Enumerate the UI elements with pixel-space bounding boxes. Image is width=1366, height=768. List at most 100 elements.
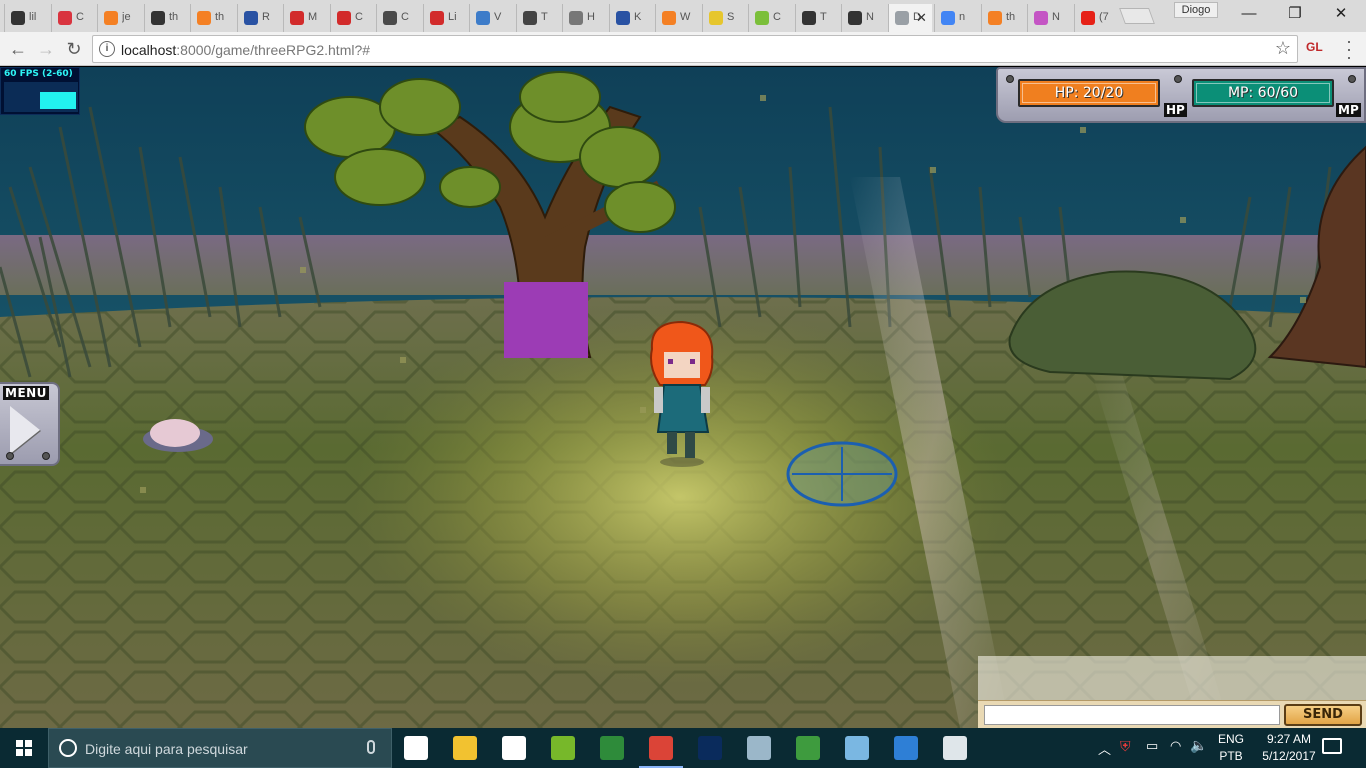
photoshop-icon[interactable] [698, 736, 722, 760]
diamond-icon [569, 11, 583, 25]
chrome-icon[interactable] [639, 736, 683, 768]
wifi-icon[interactable]: ◠ [1170, 738, 1181, 754]
window-app-icon[interactable] [943, 736, 967, 760]
browser-tab[interactable]: R [237, 4, 281, 32]
browser-tab[interactable]: T [795, 4, 839, 32]
info-icon[interactable]: i [99, 41, 115, 57]
game-canvas[interactable]: 60 FPS (2-60) HP: 20/20 HP MP: 60/60 MP … [0, 67, 1366, 728]
browser-tab[interactable]: N [1027, 4, 1071, 32]
floating-particle [300, 267, 306, 273]
browser-tab[interactable]: C [51, 4, 95, 32]
floating-particle [1300, 297, 1306, 303]
tetris-app-icon[interactable] [894, 736, 918, 760]
play-arrow-icon [10, 406, 40, 454]
browser-tab[interactable]: n [934, 4, 978, 32]
mp-tag: MP [1336, 103, 1361, 117]
store-icon[interactable] [502, 736, 526, 760]
browser-tab[interactable]: D ✕ [888, 4, 932, 32]
url-host: localhost [121, 42, 177, 58]
browser-tab[interactable]: th [144, 4, 188, 32]
clock-time: 9:27 AM [1266, 732, 1312, 746]
browser-tab[interactable]: (7 [1074, 4, 1118, 32]
menu-button[interactable]: MENU [0, 382, 60, 466]
tab-title: th [169, 11, 179, 23]
tab-title: V [494, 11, 502, 23]
security-shield-icon[interactable]: ⛨ [1120, 738, 1131, 755]
profile-button[interactable]: Diogo [1174, 2, 1218, 18]
taskbar-search[interactable]: Digite aqui para pesquisar [48, 728, 392, 768]
browser-tab[interactable]: V [469, 4, 513, 32]
wiki-icon [523, 11, 537, 25]
hp-tag: HP [1164, 103, 1187, 117]
url-text[interactable]: localhost:8000/game/threeRPG2.html?# [121, 42, 370, 58]
gl-extension-button[interactable]: GL [1306, 40, 1323, 54]
browser-tab[interactable]: S [702, 4, 746, 32]
lang-bottom: PTB [1219, 749, 1243, 763]
floating-particle [930, 167, 936, 173]
stack-icon [662, 11, 676, 25]
hp-gauge-fill [1022, 83, 1156, 103]
browser-tab[interactable]: th [190, 4, 234, 32]
browser-tab[interactable]: T [516, 4, 560, 32]
search-placeholder: Digite aqui para pesquisar [85, 741, 248, 757]
github-icon [848, 11, 862, 25]
tab-title: C [76, 11, 84, 23]
browser-tab[interactable]: W [655, 4, 699, 32]
clock[interactable]: 9:27 AM 5/12/2017 [1252, 731, 1326, 765]
close-window-button[interactable]: ✕ [1318, 0, 1364, 28]
browser-tab[interactable]: lil [4, 4, 48, 32]
browser-tab[interactable]: N [841, 4, 885, 32]
browser-tab[interactable]: H [562, 4, 606, 32]
address-bar[interactable]: i localhost:8000/game/threeRPG2.html?# ☆ [92, 35, 1298, 63]
browser-tab[interactable]: je [97, 4, 141, 32]
forward-button[interactable]: → [34, 37, 58, 61]
close-tab-icon[interactable]: ✕ [916, 10, 927, 26]
github-icon [151, 11, 165, 25]
game-scene[interactable] [0, 67, 1366, 728]
volume-icon[interactable]: 🔈 [1190, 737, 1207, 754]
leaf-icon [755, 11, 769, 25]
browser-tab[interactable]: C [748, 4, 792, 32]
tab-title: C [773, 11, 781, 23]
url-path: :8000/game/threeRPG2.html?# [176, 42, 371, 58]
minimize-button[interactable]: — [1226, 0, 1272, 28]
maximize-button[interactable]: ❐ [1272, 0, 1318, 28]
paint-app-icon[interactable] [845, 736, 869, 760]
game-app-icon[interactable] [551, 736, 575, 760]
browser-menu-button[interactable]: · · · [1343, 32, 1355, 66]
language-indicator[interactable]: ENG PTB [1214, 731, 1248, 765]
tab-title: T [820, 11, 827, 23]
chat-bar: SEND [978, 700, 1366, 728]
fps-meter[interactable]: 60 FPS (2-60) [0, 67, 80, 115]
battery-icon[interactable]: ▭ [1146, 738, 1158, 754]
rivet-icon [42, 452, 50, 460]
smile-icon [709, 11, 723, 25]
microphone-icon[interactable] [367, 740, 375, 754]
browser-tab[interactable]: M [283, 4, 327, 32]
notes-app-icon[interactable] [600, 736, 624, 760]
back-button[interactable]: ← [6, 37, 30, 61]
file-explorer-icon[interactable] [453, 736, 477, 760]
reload-button[interactable]: ↻ [62, 37, 86, 61]
browser-tab[interactable]: th [981, 4, 1025, 32]
notification-center-icon[interactable] [1322, 738, 1342, 754]
bookmark-star-icon[interactable]: ☆ [1275, 38, 1291, 59]
tab-title: je [122, 11, 131, 23]
chevron-up-icon[interactable]: ︿ [1098, 739, 1111, 758]
browser-tab[interactable]: C [376, 4, 420, 32]
rivet-icon [1174, 75, 1182, 83]
browser-tab[interactable]: C [330, 4, 374, 32]
status-hud: HP: 20/20 HP MP: 60/60 MP [996, 67, 1366, 123]
chart-editor-icon[interactable] [796, 736, 820, 760]
browser-tab[interactable]: Li [423, 4, 467, 32]
image-viewer-icon[interactable] [747, 736, 771, 760]
tab-title: M [308, 11, 318, 23]
send-button[interactable]: SEND [1284, 704, 1362, 726]
tab-title: S [727, 11, 735, 23]
task-view-icon[interactable] [404, 736, 428, 760]
start-button[interactable] [0, 728, 48, 768]
new-tab-button[interactable] [1119, 8, 1155, 24]
chat-input[interactable] [984, 705, 1280, 725]
browser-tab[interactable]: K [609, 4, 653, 32]
stack-icon [197, 11, 211, 25]
